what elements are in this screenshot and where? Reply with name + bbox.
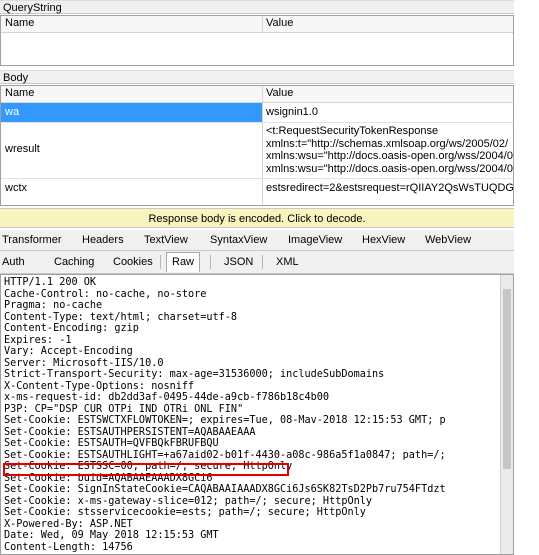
- row-name: wa: [5, 106, 20, 118]
- tab-imageview[interactable]: ImageView: [288, 234, 342, 246]
- body-row-wa[interactable]: wa wsignin1.0: [1, 103, 513, 123]
- tab-transformer[interactable]: Transformer: [2, 234, 62, 246]
- querystring-header: Name Value: [1, 16, 513, 33]
- body-grid[interactable]: Name Value wa wsignin1.0 wresult <t:Requ…: [0, 85, 514, 206]
- tab-cookies[interactable]: Cookies: [113, 256, 153, 268]
- tab-syntaxview[interactable]: SyntaxView: [210, 234, 267, 246]
- body-col-name[interactable]: Name: [5, 87, 34, 99]
- raw-scrollbar[interactable]: [500, 275, 513, 554]
- tab-separator: [160, 255, 161, 269]
- row-value: wsignin1.0: [266, 106, 318, 118]
- tab-separator: [210, 255, 211, 269]
- tab-separator: [262, 255, 263, 269]
- tab-hexview[interactable]: HexView: [362, 234, 405, 246]
- raw-response-text[interactable]: HTTP/1.1 200 OK Cache-Control: no-cache,…: [1, 275, 513, 554]
- scrollbar-thumb[interactable]: [503, 289, 511, 469]
- tab-raw[interactable]: Raw: [166, 252, 201, 272]
- buid-cookie-highlight: [3, 463, 289, 476]
- body-header: Name Value: [1, 86, 513, 103]
- body-section-title: Body: [0, 70, 514, 84]
- querystring-col-name[interactable]: Name: [5, 17, 34, 29]
- tab-headers[interactable]: Headers: [82, 234, 124, 246]
- inspector-tabs-row2: Auth Caching Cookies Raw JSON XML: [0, 251, 514, 274]
- querystring-col-value[interactable]: Value: [266, 17, 293, 29]
- column-divider[interactable]: [262, 16, 263, 32]
- row-value: estsredirect=2&estsrequest=rQIIAY2QsWsTU…: [266, 182, 513, 194]
- tab-json[interactable]: JSON: [224, 256, 253, 268]
- inspector-tabs-row1: Transformer Headers TextView SyntaxView …: [0, 230, 514, 251]
- row-name: wresult: [5, 143, 40, 155]
- tab-xml[interactable]: XML: [276, 256, 299, 268]
- tab-caching[interactable]: Caching: [54, 256, 94, 268]
- tab-auth[interactable]: Auth: [2, 256, 25, 268]
- body-col-value[interactable]: Value: [266, 87, 293, 99]
- body-row-wctx[interactable]: wctx estsredirect=2&estsrequest=rQIIAY2Q…: [1, 179, 513, 197]
- body-row-wresult[interactable]: wresult <t:RequestSecurityTokenResponse …: [1, 123, 513, 179]
- querystring-grid[interactable]: Name Value: [0, 15, 514, 66]
- raw-response-view[interactable]: HTTP/1.1 200 OK Cache-Control: no-cache,…: [0, 274, 514, 555]
- tab-textview[interactable]: TextView: [144, 234, 188, 246]
- tab-webview[interactable]: WebView: [425, 234, 471, 246]
- row-name: wctx: [5, 182, 27, 194]
- querystring-section-title: QueryString: [0, 0, 514, 14]
- decode-banner[interactable]: Response body is encoded. Click to decod…: [0, 208, 514, 228]
- row-value: <t:RequestSecurityTokenResponse xmlns:t=…: [266, 125, 513, 175]
